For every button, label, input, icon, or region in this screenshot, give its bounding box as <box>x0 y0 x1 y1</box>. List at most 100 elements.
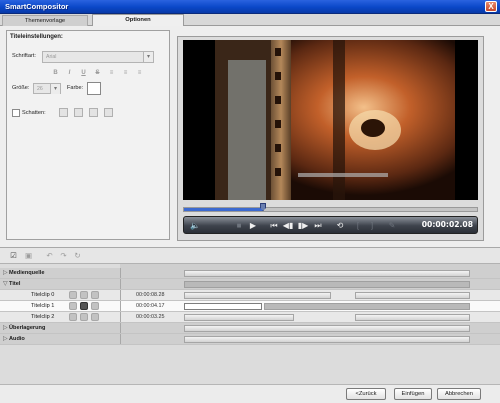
track-medienquelle[interactable]: ▷ Medienquelle <box>0 268 500 279</box>
font-label: Schriftart: <box>12 53 36 59</box>
cancel-button[interactable]: Abbrechen <box>437 388 481 400</box>
video-preview <box>183 40 478 200</box>
size-select[interactable]: 26 ▾ <box>33 83 61 94</box>
delete-icon[interactable]: ▣ <box>23 251 34 261</box>
timeline-clip-bar[interactable] <box>184 325 470 332</box>
tab-bar: Themenvorlage Optionen <box>0 14 500 27</box>
next-frame-icon[interactable]: ▮▶ <box>297 220 309 232</box>
column-divider <box>120 279 121 289</box>
column-divider <box>120 334 121 344</box>
timeline-clip-bar[interactable] <box>184 281 470 288</box>
clip-icons <box>69 291 109 300</box>
titelclip-row[interactable]: Titelclip 2 00:00:03.25 <box>0 312 500 323</box>
mark-in-icon[interactable]: [ <box>354 220 362 232</box>
undo-icon[interactable]: ↶ <box>44 251 55 261</box>
column-divider <box>120 312 121 322</box>
align-center-button[interactable]: ≡ <box>121 69 130 78</box>
timeline-clip-bar[interactable] <box>184 336 470 343</box>
lock-icon[interactable] <box>80 302 88 310</box>
stop-icon[interactable]: ■ <box>234 220 244 232</box>
clip-name: Titelclip 2 <box>31 314 55 320</box>
timecode-display: 00:00:02.08 <box>421 220 473 229</box>
close-button[interactable]: X <box>485 1 497 12</box>
dialog-button-bar: <Zurück Einfügen Abbrechen <box>0 384 500 403</box>
redo-all-icon[interactable]: ↻ <box>72 251 83 261</box>
back-button[interactable]: <Zurück <box>346 388 386 400</box>
track-name: Medienquelle <box>9 270 45 276</box>
visibility-icon[interactable] <box>69 302 77 310</box>
checkmark-icon[interactable]: ☑ <box>8 251 19 261</box>
timeline-clip-bar[interactable] <box>184 292 331 299</box>
clip-icons <box>69 302 109 311</box>
tab-themenvorlage[interactable]: Themenvorlage <box>2 15 88 26</box>
timeline-toolbar: ☑ ▣ ↶ ↷ ↻ <box>0 248 500 264</box>
font-select[interactable]: Arial ▾ <box>42 51 154 63</box>
transport-controls: 🔈 ■ ▶ ⏮ ◀▮ ▮▶ ⏭ ⟲ [ ] ✎ 00:00:02.08 <box>183 216 478 234</box>
window-title: SmartCompositor <box>5 2 69 11</box>
go-to-start-icon[interactable]: ⏮ <box>268 220 280 232</box>
size-label: Größe: <box>12 85 30 91</box>
selected-clip-bar[interactable] <box>184 303 262 310</box>
lock-icon[interactable] <box>80 313 88 321</box>
timeline-clip-bar[interactable] <box>184 314 294 321</box>
loop-icon[interactable]: ⟲ <box>334 220 346 232</box>
italic-button[interactable]: I <box>65 69 74 78</box>
timeline-clip-bar[interactable] <box>184 270 470 277</box>
timeline-clip-bar[interactable] <box>264 303 470 310</box>
size-select-value: 26 <box>37 86 43 92</box>
clip-name: Titelclip 0 <box>31 292 55 298</box>
title-bar: SmartCompositor X <box>0 0 500 14</box>
edit-icon[interactable] <box>91 302 99 310</box>
edit-icon[interactable] <box>91 313 99 321</box>
timeline-clip-bar[interactable] <box>355 292 470 299</box>
color-swatch[interactable] <box>87 82 101 95</box>
volume-icon[interactable]: 🔈 <box>189 220 201 232</box>
titelclip-row[interactable]: Titelclip 0 00:00:08.28 <box>0 290 500 301</box>
shadow-position-top-left[interactable] <box>59 108 68 117</box>
track-titel[interactable]: ▽ Titel <box>0 279 500 290</box>
seek-progress <box>184 208 264 211</box>
timeline-clip-bar[interactable] <box>355 314 470 321</box>
track-ueberlagerung[interactable]: ▷ Überlagerung <box>0 323 500 334</box>
shadow-label: Schatten: <box>22 110 46 116</box>
clip-name: Titelclip 1 <box>31 303 55 309</box>
redo-icon[interactable]: ↷ <box>58 251 69 261</box>
shadow-position-top-right[interactable] <box>74 108 83 117</box>
track-name: Audio <box>9 336 25 342</box>
shadow-position-bottom-right[interactable] <box>104 108 113 117</box>
seek-bar[interactable] <box>183 203 478 212</box>
bold-button[interactable]: B <box>51 69 60 78</box>
column-divider <box>120 268 121 278</box>
preview-panel: 🔈 ■ ▶ ⏮ ◀▮ ▮▶ ⏭ ⟲ [ ] ✎ 00:00:02.08 <box>177 36 484 241</box>
track-name: Überlagerung <box>9 325 46 331</box>
clip-duration: 00:00:04.17 <box>136 303 165 309</box>
color-label: Farbe: <box>67 85 84 91</box>
track-name: Titel <box>9 281 21 287</box>
visibility-icon[interactable] <box>69 313 77 321</box>
go-to-end-icon[interactable]: ⏭ <box>312 220 324 232</box>
mark-out-icon[interactable]: ] <box>368 220 376 232</box>
visibility-icon[interactable] <box>69 291 77 299</box>
track-audio[interactable]: ▷ Audio <box>0 334 500 345</box>
previous-frame-icon[interactable]: ◀▮ <box>282 220 294 232</box>
expand-arrow-icon[interactable]: ▷ <box>3 324 8 331</box>
expand-arrow-icon[interactable]: ▷ <box>3 335 8 342</box>
titelclip-row[interactable]: Titelclip 1 00:00:04.17 <box>0 301 500 312</box>
timeline-panel: ☑ ▣ ↶ ↷ ↻ ▷ Medienquelle ▽ Titel Titelcl… <box>0 247 500 384</box>
chevron-down-icon: ▾ <box>143 52 153 62</box>
strikethrough-button[interactable]: S <box>93 69 102 78</box>
lock-icon[interactable] <box>80 291 88 299</box>
expand-arrow-icon[interactable]: ▷ <box>3 269 8 276</box>
play-icon[interactable]: ▶ <box>248 220 258 232</box>
title-settings-heading: Titeleinstellungen: <box>10 34 63 40</box>
clip-duration: 00:00:03.25 <box>136 314 165 320</box>
underline-button[interactable]: U <box>79 69 88 78</box>
insert-button[interactable]: Einfügen <box>394 388 432 400</box>
align-left-button[interactable]: ≡ <box>107 69 116 78</box>
edit-icon[interactable] <box>91 291 99 299</box>
align-right-button[interactable]: ≡ <box>135 69 144 78</box>
shadow-position-bottom-left[interactable] <box>89 108 98 117</box>
shadow-checkbox[interactable] <box>12 109 20 117</box>
split-icon[interactable]: ✎ <box>387 220 397 232</box>
collapse-arrow-icon[interactable]: ▽ <box>3 280 8 287</box>
